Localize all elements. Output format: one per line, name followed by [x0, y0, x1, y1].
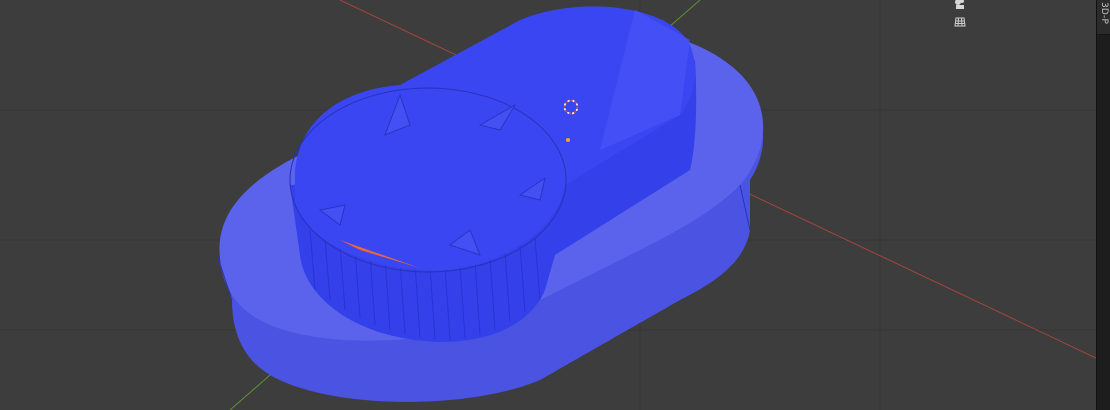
viewport-canvas[interactable] — [0, 0, 1096, 410]
sidebar-tab-label: 3D-P — [1099, 2, 1109, 25]
orthographic-grid-icon[interactable] — [953, 15, 971, 33]
sidebar-tab[interactable]: 3D-P — [1097, 0, 1110, 35]
object-origin-dot[interactable] — [566, 138, 570, 142]
3d-viewport[interactable] — [0, 0, 1096, 410]
sidebar-strip: 3D-P — [1096, 0, 1110, 410]
